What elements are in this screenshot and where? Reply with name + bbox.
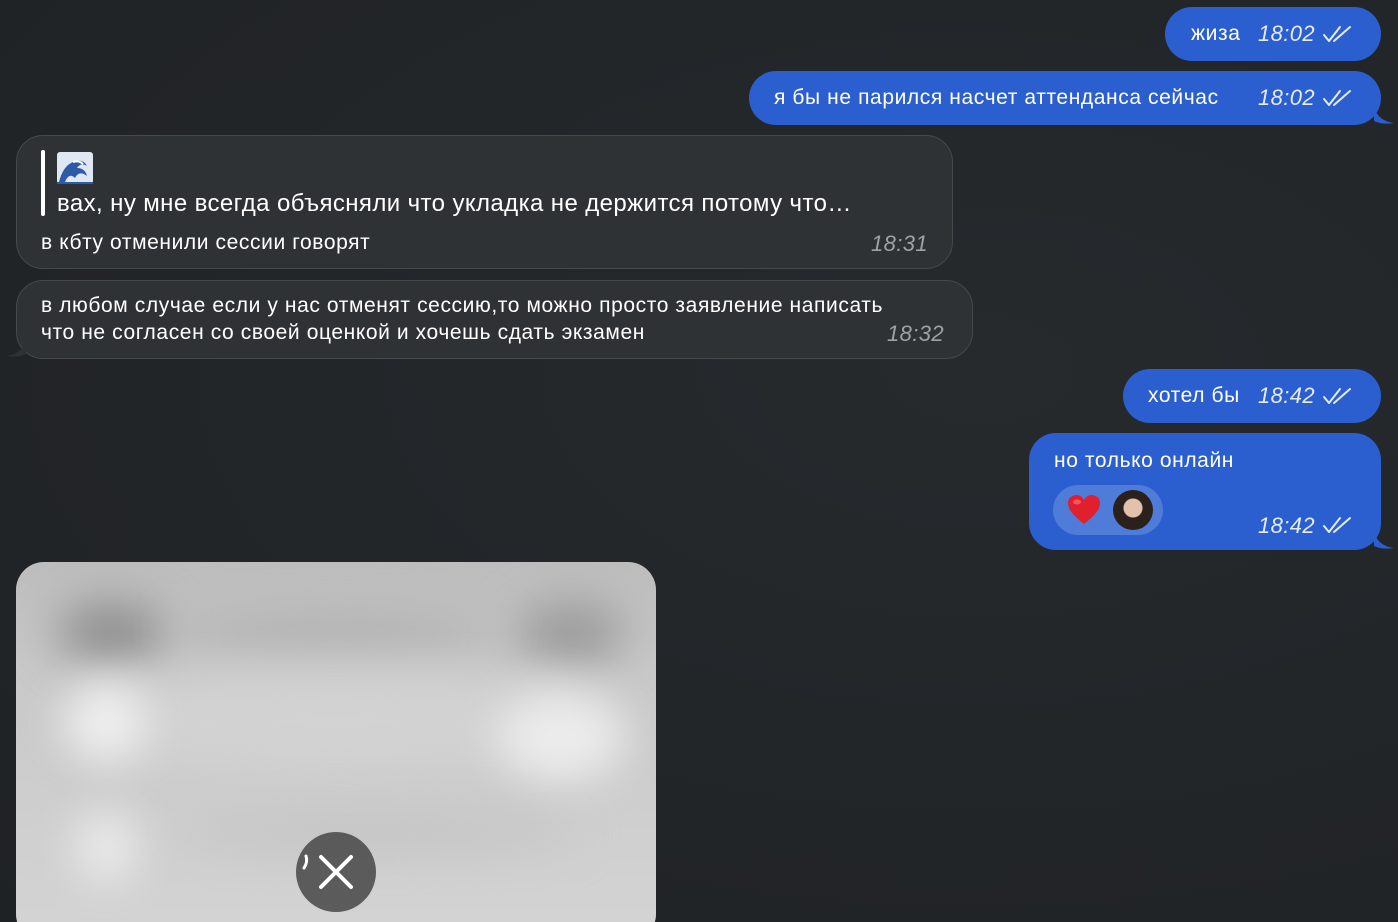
bubble-tail [1374, 532, 1394, 549]
blurred-media-preview[interactable] [16, 562, 656, 922]
message-text: я бы не парился насчет аттенданса сейчас [774, 86, 1219, 109]
message-time: 18:32 [887, 321, 945, 346]
bubble-tail [6, 340, 26, 357]
message-text: но только онлайн [1054, 449, 1234, 472]
outgoing-message[interactable]: я бы не парился насчет аттенданса сейчас… [749, 71, 1381, 125]
blur-shape [496, 692, 626, 782]
chat-view: жиза 18:02 я бы не парился насчет аттенд… [0, 0, 1398, 922]
outgoing-message[interactable]: жиза 18:02 [1165, 7, 1381, 61]
message-time: 18:02 [1258, 85, 1316, 110]
outgoing-message[interactable]: но только онлайн 18:42 [1029, 433, 1381, 550]
blur-shape [56, 602, 166, 662]
avatar [1113, 490, 1153, 530]
message-time: 18:31 [871, 231, 929, 256]
reply-bar [41, 150, 45, 216]
message-text: хотел бы [1148, 384, 1240, 407]
incoming-message[interactable]: в любом случае если у нас отменят сессию… [16, 280, 973, 359]
read-checks-icon [1323, 388, 1351, 404]
blur-shape [176, 612, 496, 652]
heart-icon [1068, 495, 1100, 524]
message-text-line: в любом случае если у нас отменят сессию… [41, 294, 884, 317]
message-time: 18:02 [1258, 21, 1316, 46]
blur-shape [176, 812, 576, 852]
incoming-message[interactable]: вах, ну мне всегда объясняли что укладка… [16, 135, 953, 269]
read-checks-icon [1323, 26, 1351, 42]
message-text-line: что не согласен со своей оценкой и хочеш… [41, 321, 645, 344]
blur-shape [516, 602, 626, 662]
wave-emoji-icon [57, 152, 93, 184]
reply-preview-text: вах, ну мне всегда объясняли что укладка… [57, 190, 852, 217]
read-checks-icon [1323, 517, 1351, 533]
blur-shape [76, 812, 136, 882]
close-button[interactable] [296, 832, 376, 912]
blur-shape [66, 682, 146, 762]
bubble-tail [1374, 107, 1394, 124]
read-checks-icon [1323, 90, 1351, 106]
message-time: 18:42 [1258, 383, 1316, 408]
close-icon [302, 854, 353, 889]
reaction-chip[interactable] [1053, 485, 1163, 535]
message-text: жиза [1191, 22, 1241, 45]
message-time: 18:42 [1258, 513, 1316, 538]
outgoing-message[interactable]: хотел бы 18:42 [1123, 369, 1381, 423]
message-text: в кбту отменили сессии говорят [41, 231, 371, 254]
